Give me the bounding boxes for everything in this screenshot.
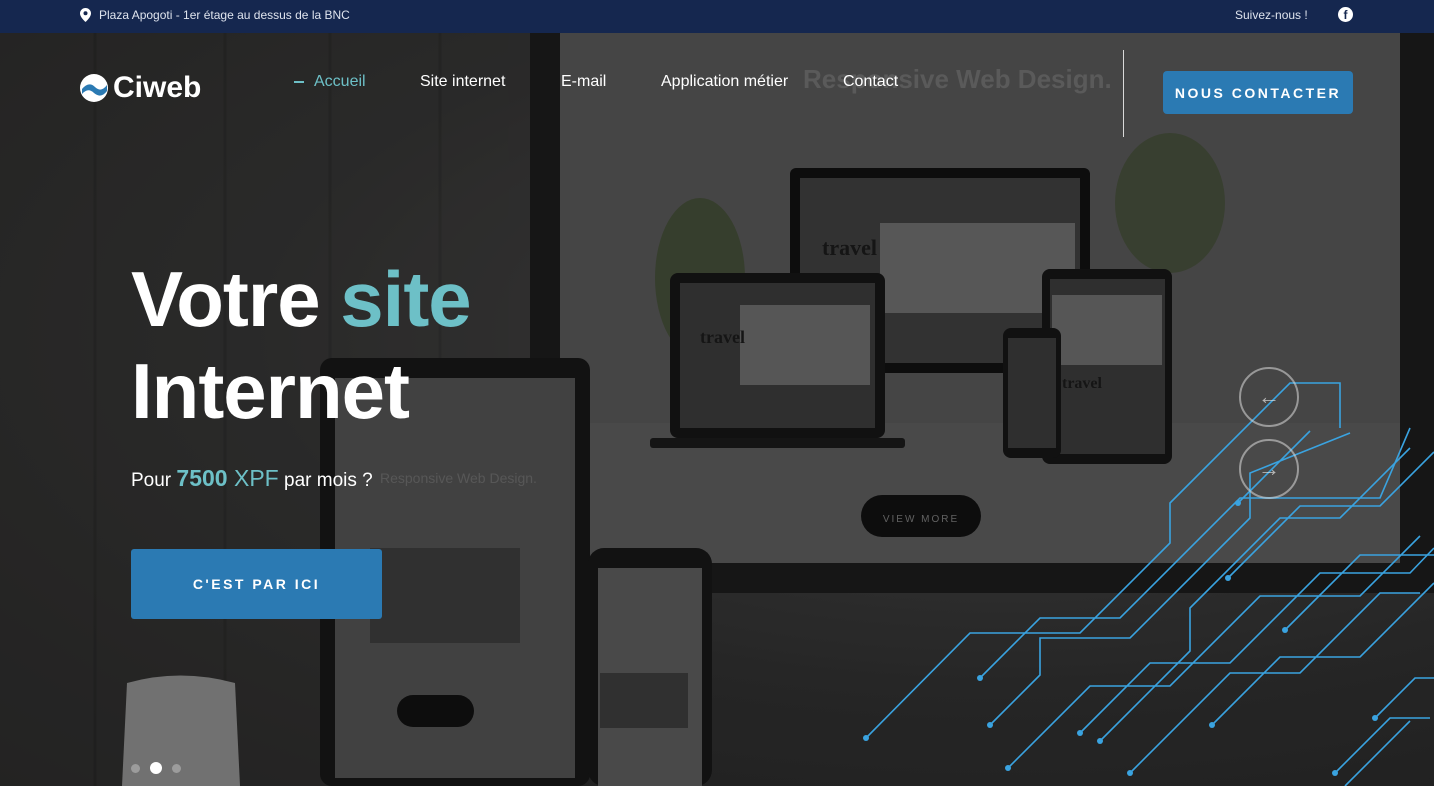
address-block: Plaza Apogoti - 1er étage au dessus de l…	[80, 0, 350, 30]
hero-title-part1: Votre	[131, 255, 341, 343]
nav-item-accueil[interactable]: Accueil	[294, 73, 366, 93]
header-divider	[1123, 50, 1124, 137]
arrow-left-icon: ←	[1258, 384, 1280, 409]
top-info-bar: Plaza Apogoti - 1er étage au dessus de l…	[0, 0, 1434, 33]
address-text: Plaza Apogoti - 1er étage au dessus de l…	[99, 8, 350, 22]
logo-wave-icon	[80, 74, 108, 102]
hero-title-line2: Internet	[131, 347, 410, 435]
sub-suffix: par mois ?	[278, 470, 373, 491]
hero-title-accent: site	[340, 255, 471, 343]
nous-contacter-button[interactable]: NOUS CONTACTER	[1163, 71, 1353, 114]
slider-dot-3[interactable]	[172, 763, 181, 773]
nav-item-site-internet[interactable]: Site internet	[420, 73, 505, 93]
nav-item-label: Accueil	[314, 73, 366, 90]
location-pin-icon	[80, 8, 91, 22]
facebook-icon[interactable]: f	[1338, 7, 1353, 22]
follow-label: Suivez-nous !	[1235, 8, 1308, 22]
price-unit: XPF	[227, 465, 279, 491]
price: 7500 XPF	[176, 465, 278, 491]
arrow-right-icon: →	[1258, 456, 1280, 481]
logo-text: Ciweb	[113, 71, 202, 104]
slider-pagination	[131, 762, 181, 774]
slider-dot-2[interactable]	[150, 762, 162, 774]
nav-item-contact[interactable]: Contact	[843, 73, 898, 93]
slider-next-button[interactable]: →	[1239, 439, 1299, 499]
slider-prev-button[interactable]: ←	[1239, 367, 1299, 427]
hero-title: Votre site Internet	[131, 253, 472, 437]
nav-item-application-metier[interactable]: Application métier	[661, 73, 788, 93]
cest-par-ici-button[interactable]: C'EST PAR ICI	[131, 549, 382, 619]
hero-subtitle: Pour 7500 XPF par mois ?	[131, 465, 373, 492]
active-indicator	[294, 80, 304, 83]
slider-dot-1[interactable]	[131, 763, 140, 773]
hero-slider: VIEW MORE Responsive Web Design. travel …	[0, 33, 1434, 786]
nav-item-email[interactable]: E-mail	[561, 73, 606, 93]
sub-prefix: Pour	[131, 470, 177, 491]
ciweb-logo[interactable]: Ciweb	[79, 71, 201, 105]
price-number: 7500	[176, 465, 228, 491]
